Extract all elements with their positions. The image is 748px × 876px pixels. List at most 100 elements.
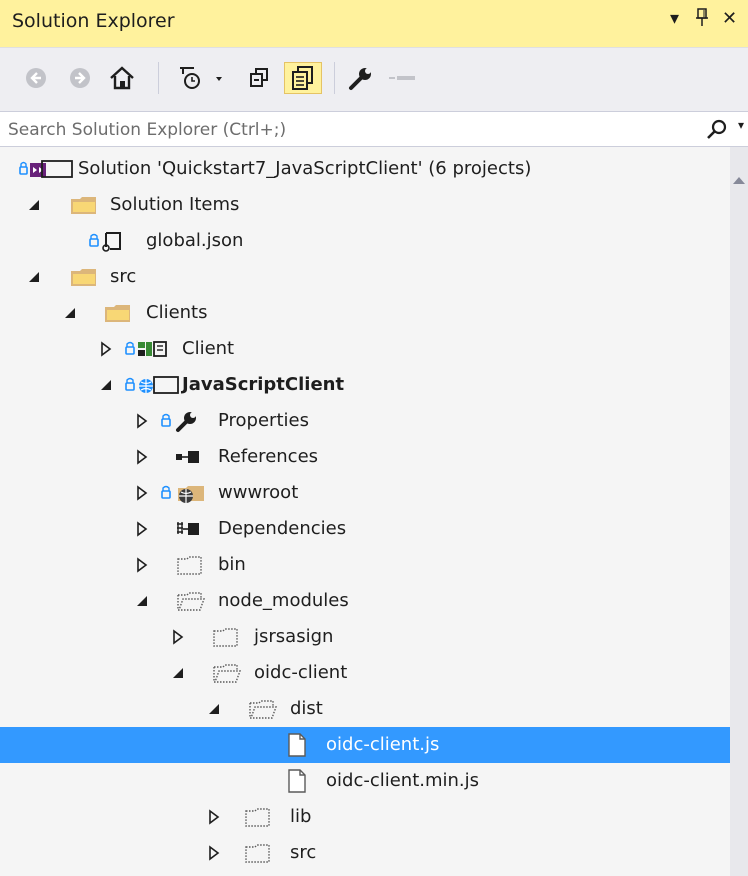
- tree-item-label: src: [110, 266, 137, 287]
- tree-item[interactable]: JavaScriptClient: [0, 367, 730, 403]
- tree-item-label: Dependencies: [218, 518, 347, 539]
- tree-item-label: Client: [182, 338, 235, 359]
- expand-arrow-icon[interactable]: [206, 845, 222, 861]
- tree-item[interactable]: dist: [0, 691, 730, 727]
- tree-item[interactable]: src: [0, 835, 730, 871]
- hidden-folder-open-icon: [248, 697, 278, 721]
- collapse-arrow-icon[interactable]: [62, 305, 78, 321]
- collapse-arrow-icon[interactable]: [98, 377, 114, 393]
- tree-item-label: jsrsasign: [254, 626, 334, 647]
- collapse-all-icon[interactable]: [244, 62, 274, 94]
- title-bar: Solution Explorer ▾ ✕: [0, 0, 748, 47]
- auto-hide-pin-icon[interactable]: [694, 8, 710, 33]
- tree-item[interactable]: Properties: [0, 403, 730, 439]
- tree-item[interactable]: References: [0, 439, 730, 475]
- tree-item[interactable]: Dependencies: [0, 511, 730, 547]
- tree-item-label: node_modules: [218, 590, 349, 611]
- tree-item-label: global.json: [146, 230, 244, 251]
- hidden-folder-icon: [176, 553, 204, 577]
- vertical-scrollbar[interactable]: [730, 147, 748, 876]
- tree-item-label: oidc-client.js: [326, 734, 440, 755]
- tree-item[interactable]: oidc-client.js: [0, 727, 730, 763]
- search-bar: ▾: [0, 111, 748, 147]
- scroll-up-icon[interactable]: [733, 169, 745, 188]
- web-project-icon: [124, 373, 182, 397]
- tree-item[interactable]: node_modules: [0, 583, 730, 619]
- show-all-files-icon[interactable]: [284, 62, 322, 94]
- solution-explorer-panel: Solution Explorer ▾ ✕ Search Solution Ex…: [0, 0, 748, 876]
- tree-item-label: wwwroot: [218, 482, 299, 503]
- dependencies-icon: [174, 517, 206, 541]
- tree-item[interactable]: global.json: [0, 223, 730, 259]
- tree-item-label: JavaScriptClient: [182, 374, 345, 395]
- expand-arrow-icon[interactable]: [170, 629, 186, 645]
- tree-item-label: dist: [290, 698, 323, 719]
- tree-item[interactable]: jsrsasign: [0, 619, 730, 655]
- toolbar-separator: [158, 62, 159, 94]
- expand-arrow-icon[interactable]: [206, 809, 222, 825]
- toolbar-separator: [334, 62, 335, 94]
- folder-icon: [70, 193, 98, 217]
- properties-icon[interactable]: [344, 62, 378, 94]
- tree-item[interactable]: oidc-client: [0, 655, 730, 691]
- file-icon: [286, 769, 308, 793]
- expand-arrow-icon[interactable]: [134, 521, 150, 537]
- collapse-arrow-icon[interactable]: [206, 701, 222, 717]
- back-icon[interactable]: [20, 62, 52, 94]
- hidden-folder-open-icon: [176, 589, 206, 613]
- forward-icon[interactable]: [64, 62, 96, 94]
- tree-item-label: src: [290, 842, 317, 863]
- pending-changes-filter-icon[interactable]: [176, 62, 232, 94]
- hidden-folder-open-icon: [212, 661, 242, 685]
- folder-icon: [70, 265, 98, 289]
- solution-icon: [18, 157, 74, 181]
- collapse-arrow-icon[interactable]: [26, 269, 42, 285]
- hidden-folder-icon: [244, 841, 272, 865]
- tree-item[interactable]: Solution Items: [0, 187, 730, 223]
- hidden-folder-icon: [212, 625, 240, 649]
- collapse-arrow-icon[interactable]: [134, 593, 150, 609]
- window-position-dropdown-icon[interactable]: ▾: [670, 8, 679, 29]
- tree-item[interactable]: Clients: [0, 295, 730, 331]
- expand-arrow-icon[interactable]: [134, 485, 150, 501]
- hidden-folder-icon: [244, 805, 272, 829]
- tree-item-label: References: [218, 446, 319, 467]
- tree-item[interactable]: wwwroot: [0, 475, 730, 511]
- panel-title: Solution Explorer: [12, 10, 175, 32]
- tree-item[interactable]: src: [0, 259, 730, 295]
- json-file-icon: [88, 229, 138, 253]
- toolbar: [0, 47, 748, 111]
- references-icon: [174, 445, 206, 469]
- file-icon: [286, 733, 308, 757]
- expand-arrow-icon[interactable]: [134, 449, 150, 465]
- tree-item[interactable]: lib: [0, 799, 730, 835]
- tree-item-label: bin: [218, 554, 246, 575]
- tree-item[interactable]: Solution 'Quickstart7_JavaScriptClient' …: [0, 151, 730, 187]
- tree-item-label: Solution 'Quickstart7_JavaScriptClient' …: [78, 158, 532, 179]
- tree-item-label: Solution Items: [110, 194, 240, 215]
- search-input[interactable]: [6, 117, 690, 143]
- tree-item-label: Properties: [218, 410, 309, 431]
- expand-arrow-icon[interactable]: [134, 413, 150, 429]
- wrench-icon: [160, 409, 210, 433]
- tree-item-label: lib: [290, 806, 312, 827]
- close-icon[interactable]: ✕: [722, 8, 737, 29]
- tree-item[interactable]: oidc-client.min.js: [0, 763, 730, 799]
- collapse-arrow-icon[interactable]: [26, 197, 42, 213]
- search-icon[interactable]: [706, 119, 728, 145]
- tree-item[interactable]: Client: [0, 331, 730, 367]
- folder-icon: [104, 301, 132, 325]
- web-folder-icon: [160, 481, 210, 505]
- tree-item-label: oidc-client: [254, 662, 348, 683]
- collapse-arrow-icon[interactable]: [170, 665, 186, 681]
- expand-arrow-icon[interactable]: [134, 557, 150, 573]
- project-icon: [124, 337, 174, 361]
- tree-item-label: oidc-client.min.js: [326, 770, 480, 791]
- tree-item-label: Clients: [146, 302, 208, 323]
- search-options-dropdown-icon[interactable]: ▾: [738, 118, 744, 132]
- solution-tree: Solution 'Quickstart7_JavaScriptClient' …: [0, 147, 730, 876]
- tree-item[interactable]: bin: [0, 547, 730, 583]
- expand-arrow-icon[interactable]: [98, 341, 114, 357]
- preview-icon[interactable]: [384, 62, 420, 94]
- home-icon[interactable]: [104, 62, 140, 94]
